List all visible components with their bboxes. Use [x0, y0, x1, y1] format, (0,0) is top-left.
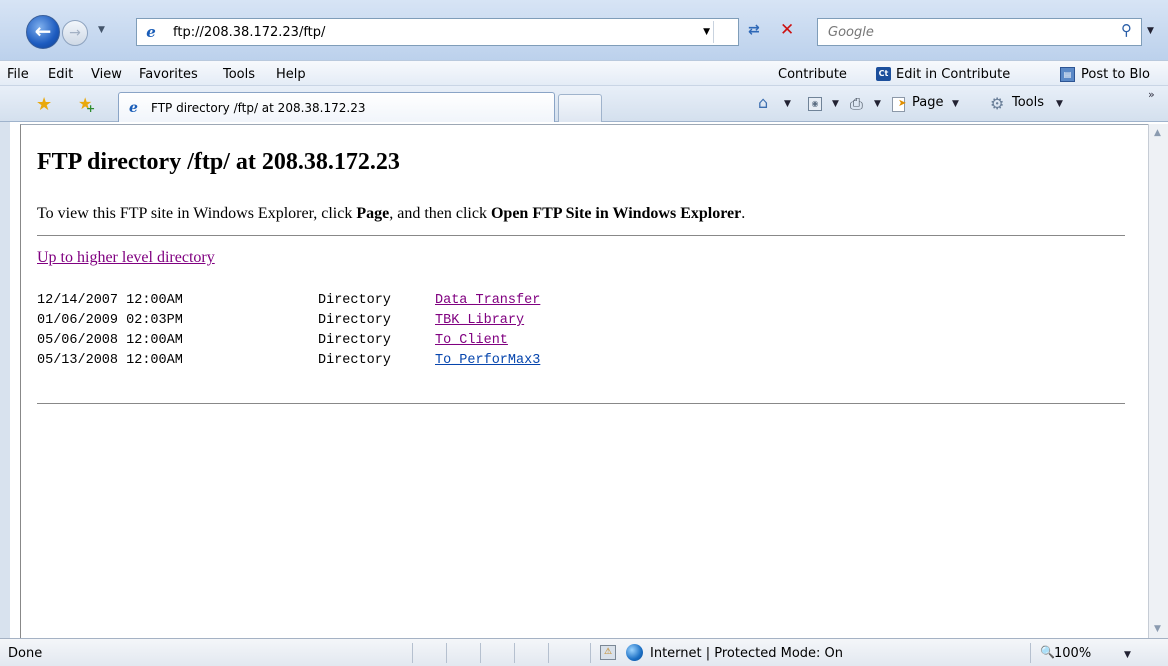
entry-link-to-performax3[interactable]: To_PerforMax3 [435, 353, 540, 368]
address-bar[interactable]: e ftp://208.38.172.23/ftp/ ▼ [136, 18, 739, 46]
entry-date: 05/13/2008 12:00AM [37, 353, 183, 368]
status-divider [514, 643, 515, 663]
scroll-up-icon[interactable]: ▲ [1154, 128, 1161, 138]
bottom-divider [37, 403, 1125, 404]
menu-edit[interactable]: Edit [48, 67, 73, 82]
menu-file[interactable]: File [7, 67, 29, 82]
status-text: Done [8, 646, 43, 661]
address-divider [713, 21, 714, 43]
home-dropdown-icon[interactable]: ▼ [784, 99, 791, 109]
entry-type: Directory [318, 293, 391, 308]
protected-mode-icon[interactable]: ⚠ [600, 645, 616, 660]
page-arrow-icon: ➤ [898, 98, 907, 109]
window-left-margin [10, 122, 20, 640]
list-item: 12/14/2007 12:00AM Directory Data_Transf… [37, 293, 540, 313]
intro-mid: , and then click [389, 205, 491, 222]
status-divider [548, 643, 549, 663]
favorites-star-icon[interactable]: ★ [36, 94, 52, 115]
tools-menu-button[interactable]: Tools [1012, 95, 1044, 110]
ie-tab-icon: e [129, 100, 138, 116]
print-icon[interactable]: ⎙ [850, 94, 863, 114]
page-content: FTP directory /ftp/ at 208.38.172.23 To … [20, 124, 1148, 638]
entry-link-to-client[interactable]: To_Client [435, 333, 508, 348]
intro-suffix: . [741, 205, 746, 222]
entry-type: Directory [318, 333, 391, 348]
stop-icon[interactable]: ✕ [780, 20, 794, 40]
menu-favorites[interactable]: Favorites [139, 67, 198, 82]
top-divider [37, 235, 1125, 236]
feeds-dropdown-icon[interactable]: ▼ [832, 99, 839, 109]
contribute-button[interactable]: Contribute [778, 67, 847, 82]
internet-zone-globe-icon [626, 644, 643, 661]
tab-ftp-directory[interactable]: e FTP directory /ftp/ at 208.38.172.23 [118, 92, 555, 122]
entry-type: Directory [318, 353, 391, 368]
ie-page-icon: e [146, 23, 156, 41]
intro-text: To view this FTP site in Windows Explore… [37, 205, 745, 223]
post-to-blog-button[interactable]: Post to Blo [1081, 67, 1150, 82]
search-box[interactable]: Google [817, 18, 1142, 46]
zoom-level[interactable]: 100% [1054, 646, 1091, 661]
home-icon[interactable]: ⌂ [758, 93, 768, 112]
back-button[interactable]: ← [26, 15, 60, 49]
forward-button[interactable]: → [62, 20, 88, 46]
print-dropdown-icon[interactable]: ▼ [874, 99, 881, 109]
contribute-icon: Ct [876, 67, 891, 81]
search-options-dropdown[interactable]: ▼ [1147, 26, 1154, 36]
up-directory-link[interactable]: Up to higher level directory [37, 249, 215, 267]
menu-view[interactable]: View [91, 67, 122, 82]
status-divider [446, 643, 447, 663]
status-divider [1030, 643, 1031, 663]
search-input[interactable]: Google [828, 25, 874, 40]
page-menu-button[interactable]: Page [912, 95, 943, 110]
list-item: 05/06/2008 12:00AM Directory To_Client [37, 333, 508, 353]
navigation-bar: ← → ▼ e ftp://208.38.172.23/ftp/ ▼ ⇄ ✕ G… [0, 0, 1168, 60]
feeds-icon[interactable]: ◉ [808, 97, 822, 111]
chevron-more-icon[interactable]: » [1148, 88, 1155, 101]
post-to-blog-icon: ▤ [1060, 67, 1075, 82]
entry-type: Directory [318, 313, 391, 328]
list-item: 05/13/2008 12:00AM Directory To_PerforMa… [37, 353, 540, 373]
intro-page: Page [356, 205, 390, 222]
list-item: 01/06/2009 02:03PM Directory TBK_Library [37, 313, 524, 333]
window-left-edge [0, 122, 10, 640]
zoom-icon[interactable]: 🔍 [1040, 645, 1055, 659]
zoom-dropdown-icon[interactable]: ▼ [1124, 650, 1131, 660]
entry-link-tbk-library[interactable]: TBK_Library [435, 313, 524, 328]
page-dropdown-icon[interactable]: ▼ [952, 99, 959, 109]
vertical-scrollbar[interactable]: ▲ ▼ [1148, 124, 1168, 638]
status-bar: Done ⚠ Internet | Protected Mode: On 🔍 1… [0, 638, 1168, 666]
intro-open-ftp: Open FTP Site in Windows Explorer [490, 205, 742, 222]
add-favorites-plus-icon: + [86, 102, 96, 115]
new-tab-button[interactable] [558, 94, 602, 122]
address-input[interactable]: ftp://208.38.172.23/ftp/ [173, 25, 325, 40]
status-divider [412, 643, 413, 663]
menu-tools[interactable]: Tools [223, 67, 255, 82]
edit-in-contribute-button[interactable]: Edit in Contribute [896, 67, 1010, 82]
tools-gear-icon[interactable]: ⚙ [990, 94, 1004, 113]
entry-date: 01/06/2009 02:03PM [37, 313, 183, 328]
security-zone-text[interactable]: Internet | Protected Mode: On [650, 646, 843, 661]
tab-label: FTP directory /ftp/ at 208.38.172.23 [151, 101, 366, 115]
entry-date: 12/14/2007 12:00AM [37, 293, 183, 308]
entry-date: 05/06/2008 12:00AM [37, 333, 183, 348]
tools-dropdown-icon[interactable]: ▼ [1056, 99, 1063, 109]
entry-link-data-transfer[interactable]: Data_Transfer [435, 293, 540, 308]
menu-help[interactable]: Help [276, 67, 306, 82]
menu-bar: File Edit View Favorites Tools Help Cont… [0, 60, 1168, 86]
directory-listing: 12/14/2007 12:00AM Directory Data_Transf… [37, 293, 540, 373]
tab-bar: ★ ★ + e FTP directory /ftp/ at 208.38.17… [0, 86, 1168, 122]
intro-prefix: To view this FTP site in Windows Explore… [37, 205, 357, 222]
refresh-icon[interactable]: ⇄ [748, 22, 760, 38]
search-icon[interactable]: ⚲ [1121, 21, 1132, 39]
status-divider [590, 643, 591, 663]
address-dropdown-icon[interactable]: ▼ [703, 27, 710, 37]
page-title: FTP directory /ftp/ at 208.38.172.23 [37, 149, 400, 175]
scroll-down-icon[interactable]: ▼ [1154, 624, 1161, 634]
status-divider [480, 643, 481, 663]
recent-pages-dropdown[interactable]: ▼ [98, 25, 105, 35]
